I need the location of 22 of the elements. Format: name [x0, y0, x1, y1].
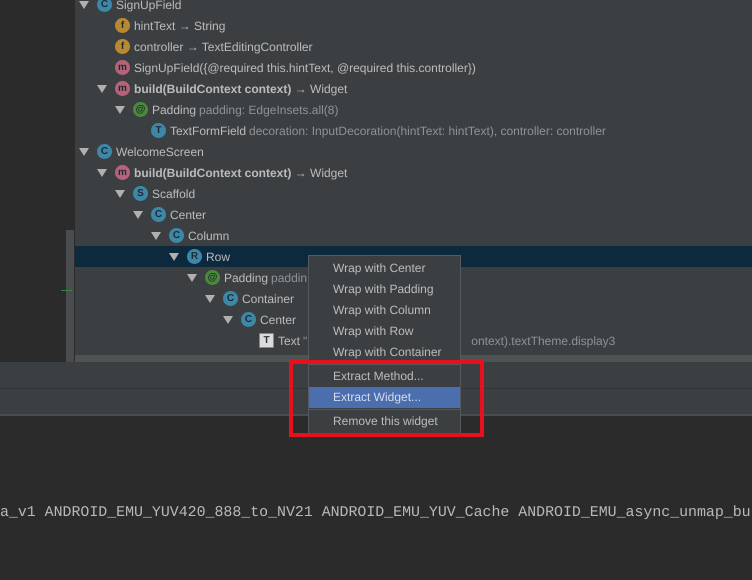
field-icon: f — [115, 39, 130, 54]
method-icon: m — [115, 60, 130, 75]
class-icon: C — [169, 228, 184, 243]
node-detail: decoration: InputDecoration(hintText: hintText), controller: controller — [249, 124, 606, 138]
class-icon: C — [223, 291, 238, 306]
class-icon: C — [151, 207, 166, 222]
console-line: a_v1 ANDROID_EMU_YUV420_888_to_NV21 ANDROID_EMU_YUV_Cache ANDROID_EMU_async_unmap_bu — [0, 505, 751, 521]
field-icon: f — [115, 18, 130, 33]
node-detail: paddin — [271, 270, 308, 284]
class-icon: R — [187, 249, 202, 264]
text-icon: T — [259, 333, 274, 348]
class-icon: C — [97, 144, 112, 159]
class-icon: C — [241, 312, 256, 327]
node-detail: " — [303, 334, 308, 348]
method-icon: m — [115, 165, 130, 180]
method-icon: m — [115, 81, 130, 96]
node-detail: padding: EdgeInsets.all(8) — [199, 102, 338, 116]
class-icon: T — [151, 123, 166, 138]
node-detail: ontext).textTheme.display3 — [471, 334, 616, 348]
annotation-icon: @ — [133, 102, 148, 117]
annotation-icon: @ — [205, 270, 220, 285]
class-icon: S — [133, 186, 148, 201]
